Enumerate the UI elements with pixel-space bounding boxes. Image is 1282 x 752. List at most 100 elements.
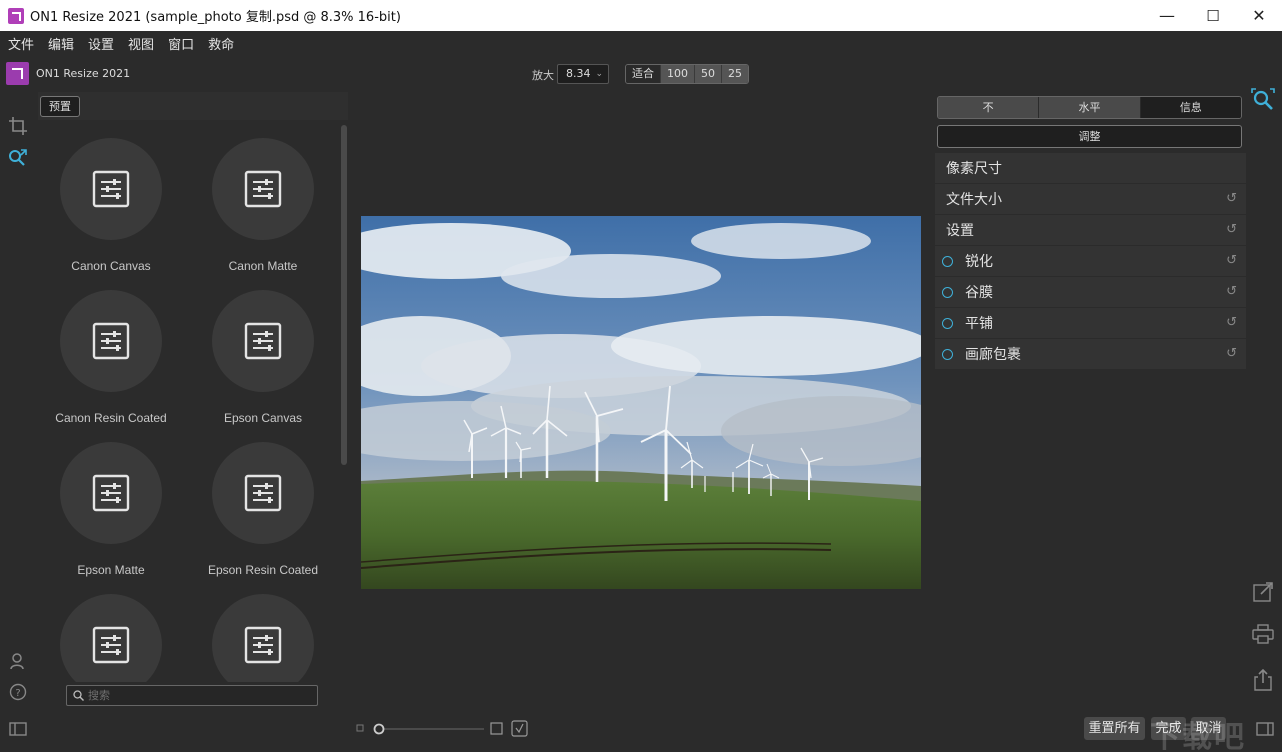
section-file-size[interactable]: 文件大小 ↺: [935, 184, 1246, 214]
section-tiling[interactable]: 平铺 ↺: [935, 308, 1246, 338]
section-settings[interactable]: 设置 ↺: [935, 215, 1246, 245]
section-gallery-wrap[interactable]: 画廊包裹 ↺: [935, 339, 1246, 369]
reset-all-button[interactable]: 重置所有: [1084, 717, 1145, 740]
segment-horizontal[interactable]: 水平: [1038, 97, 1140, 118]
print-icon[interactable]: [1251, 622, 1275, 646]
preset-item[interactable]: Canon Resin Coated: [40, 290, 180, 440]
section-label: 锐化: [965, 254, 993, 270]
menu-file[interactable]: 文件: [8, 34, 34, 53]
menu-edit[interactable]: 编辑: [48, 34, 74, 53]
image-canvas[interactable]: [361, 216, 921, 589]
preset-thumbnail: [60, 594, 162, 682]
reset-icon[interactable]: ↺: [1226, 253, 1237, 268]
window-title: ON1 Resize 2021 (sample_photo 复制.psd @ 8…: [30, 10, 401, 25]
open-in-icon[interactable]: [1251, 580, 1275, 604]
brand-name: ON1 Resize 2021: [36, 67, 131, 80]
zoom-100-button[interactable]: 100: [660, 65, 694, 83]
section-film-grain[interactable]: 谷膜 ↺: [935, 277, 1246, 307]
reset-icon[interactable]: ↺: [1226, 284, 1237, 299]
preset-search[interactable]: [66, 685, 318, 706]
section-pixel-dimensions[interactable]: 像素尺寸: [935, 153, 1246, 183]
svg-text:?: ?: [15, 688, 20, 699]
menu-settings[interactable]: 设置: [88, 34, 114, 53]
preset-thumbnail: [60, 290, 162, 392]
enable-toggle[interactable]: [942, 348, 953, 360]
zoom-50-button[interactable]: 50: [694, 65, 721, 83]
segment-none[interactable]: 不: [938, 97, 1039, 118]
preset-item[interactable]: [40, 594, 180, 682]
brand: ON1 Resize 2021: [6, 62, 130, 85]
preset-thumbnail: [212, 138, 314, 240]
zoom-value: 8.34: [566, 67, 591, 80]
zoom-fit-button[interactable]: 适合: [626, 65, 660, 83]
section-label: 文件大小: [946, 192, 1002, 208]
section-label: 谷膜: [965, 285, 993, 301]
preset-item[interactable]: [192, 594, 332, 682]
menu-bar: 文件 编辑 设置 视图 窗口 救命: [0, 31, 1282, 56]
app-window: ON1 Resize 2021 (sample_photo 复制.psd @ 8…: [0, 0, 1282, 752]
preset-item[interactable]: Epson Resin Coated: [192, 442, 332, 592]
photo-preview: [361, 216, 921, 589]
preset-label: Epson Resin Coated: [207, 563, 319, 577]
zoom-25-button[interactable]: 25: [721, 65, 748, 83]
preset-thumbnail: [60, 442, 162, 544]
preset-header: [38, 92, 348, 120]
preset-label: Canon Resin Coated: [55, 411, 167, 425]
zoom-preset-group: 适合 100 50 25: [625, 64, 749, 84]
reset-icon[interactable]: ↺: [1226, 191, 1237, 206]
zoom-inspect-icon[interactable]: [1251, 88, 1275, 112]
preset-item[interactable]: Epson Canvas: [192, 290, 332, 440]
preset-label: Canon Matte: [228, 259, 298, 273]
menu-window[interactable]: 窗口: [168, 34, 194, 53]
adjust-button[interactable]: 调整: [937, 125, 1242, 148]
menu-help[interactable]: 救命: [208, 34, 234, 53]
view-mode-segmented: 不 水平 信息: [937, 96, 1242, 119]
preset-item[interactable]: Canon Canvas: [40, 138, 180, 288]
reset-icon[interactable]: ↺: [1226, 315, 1237, 330]
reset-icon[interactable]: ↺: [1226, 346, 1237, 361]
menu-view[interactable]: 视图: [128, 34, 154, 53]
section-label: 画廊包裹: [965, 347, 1021, 363]
help-icon[interactable]: ?: [7, 681, 29, 703]
section-sharpen[interactable]: 锐化 ↺: [935, 246, 1246, 276]
section-label: 平铺: [965, 316, 993, 332]
close-button[interactable]: ✕: [1236, 0, 1282, 31]
brand-logo: [6, 62, 29, 85]
segment-info[interactable]: 信息: [1139, 97, 1241, 118]
maximize-button[interactable]: ☐: [1190, 0, 1236, 31]
preset-thumbnail: [60, 138, 162, 240]
preset-grid: Canon Canvas Canon Matte Canon Resin Coa…: [38, 122, 348, 682]
enable-toggle[interactable]: [942, 317, 953, 329]
app-icon: [8, 7, 24, 24]
section-label: 设置: [946, 223, 974, 239]
preset-label: Epson Canvas: [223, 411, 303, 425]
preset-item[interactable]: Epson Matte: [40, 442, 180, 592]
section-label: 像素尺寸: [946, 161, 1002, 177]
reset-icon[interactable]: ↺: [1226, 222, 1237, 237]
preset-scrollbar[interactable]: [341, 125, 347, 465]
preset-thumbnail: [212, 594, 314, 682]
enable-toggle[interactable]: [942, 255, 953, 267]
panel-toggle-icon[interactable]: [7, 718, 29, 740]
title-bar: ON1 Resize 2021 (sample_photo 复制.psd @ 8…: [0, 0, 1282, 31]
preset-tab[interactable]: 预置: [40, 96, 80, 117]
preset-label: Epson Matte: [77, 563, 145, 577]
minimize-button[interactable]: —: [1144, 0, 1190, 31]
preset-item[interactable]: Canon Matte: [192, 138, 332, 288]
thumbnail-size-slider[interactable]: [356, 720, 536, 738]
zoom-label: 放大: [532, 69, 554, 82]
resize-tool-icon[interactable]: [7, 147, 29, 169]
preset-thumbnail: [212, 442, 314, 544]
preset-sliders-icon: [244, 322, 282, 360]
preset-sliders-icon: [244, 474, 282, 512]
chevron-down-icon: ⌄: [595, 69, 603, 79]
crop-icon[interactable]: [7, 115, 29, 137]
enable-toggle[interactable]: [942, 286, 953, 298]
preset-sliders-icon: [244, 170, 282, 208]
zoom-select[interactable]: 8.34 ⌄: [557, 64, 609, 84]
preset-thumbnail: [212, 290, 314, 392]
export-icon[interactable]: [1251, 668, 1275, 692]
user-icon[interactable]: [7, 650, 29, 672]
preset-sliders-icon: [92, 626, 130, 664]
search-input[interactable]: [88, 689, 308, 702]
